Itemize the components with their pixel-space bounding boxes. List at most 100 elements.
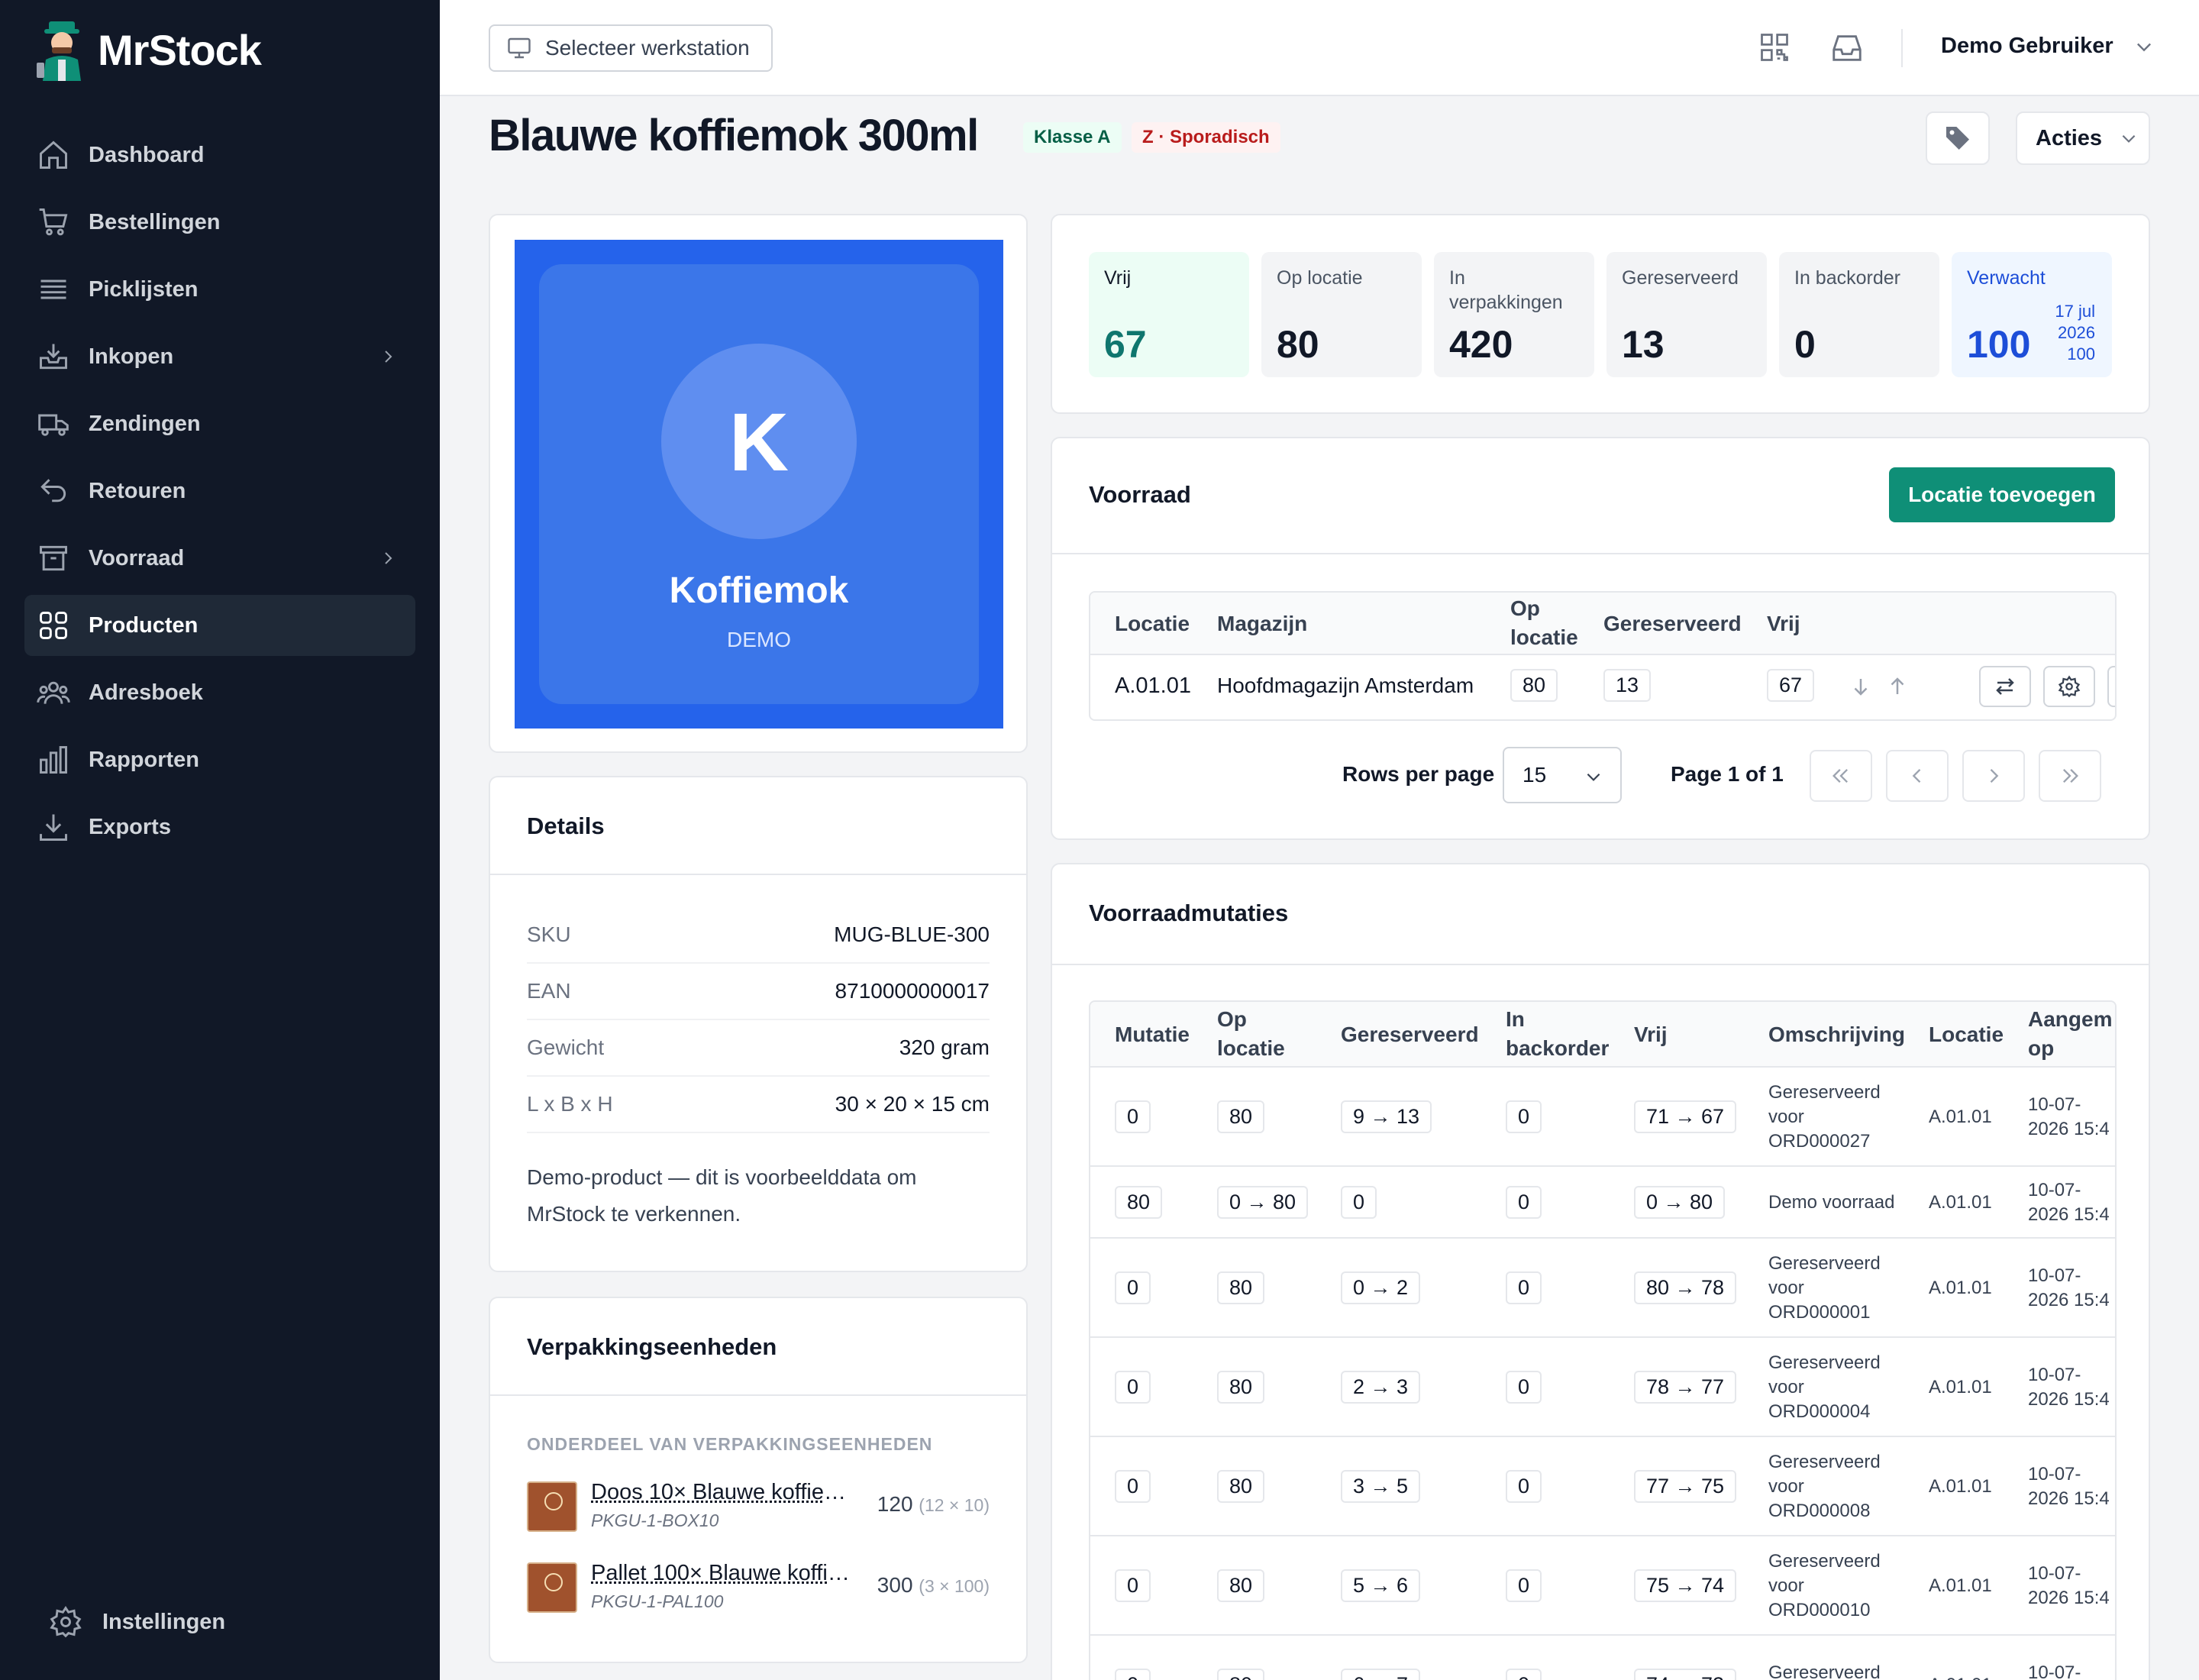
- mutations-title: Voorraadmutaties: [1089, 900, 1289, 926]
- cell-op-locatie-cell: 80: [1217, 1569, 1265, 1602]
- chevrons-left-icon: [1832, 769, 1848, 783]
- sidebar-item-adresboek[interactable]: Adresboek: [24, 662, 415, 723]
- col-op-locatie[interactable]: Op locatie: [1217, 1005, 1285, 1063]
- table-header: Mutatie Op locatie Gereserveerd In backo…: [1090, 1002, 2115, 1068]
- col-omschrijving[interactable]: Omschrijving: [1768, 1020, 1905, 1049]
- transfer-button[interactable]: [1979, 666, 2031, 707]
- cell-backorder-cell: 0: [1506, 1371, 1542, 1404]
- cell-gereserveerd-cell: 9 → 13: [1341, 1100, 1432, 1133]
- top-bar: Selecteer werkstation Demo Gebruiker: [440, 0, 2199, 96]
- cell-backorder-cell: 0: [1506, 1186, 1542, 1219]
- sidebar-item-rapporten[interactable]: Rapporten: [24, 729, 415, 790]
- sidebar-item-voorraad[interactable]: Voorraad: [24, 528, 415, 589]
- sidebar-item-producten[interactable]: Producten: [24, 595, 415, 656]
- cell-aangemaakt: 10-07- 2026 15:4: [2028, 1562, 2110, 1611]
- qr-code-icon[interactable]: [1758, 31, 1791, 64]
- sidebar-item-zendingen[interactable]: Zendingen: [24, 393, 415, 454]
- table-row: 0 80 6 → 7 0 74 → 73 Gereserveerdvoor A.01.01 1…: [1090, 1636, 2115, 1680]
- col-label: locatie: [1510, 625, 1578, 649]
- user-menu[interactable]: Demo Gebruiker: [1941, 34, 2155, 59]
- divider: [1052, 964, 2149, 965]
- table-row: 0 80 3 → 5 0 77 → 75 Gereserveerd voor ORD00000…: [1090, 1437, 2115, 1536]
- cell-locatie: A.01.01: [1929, 1377, 1992, 1397]
- cell-mutatie: 80: [1115, 1186, 1163, 1219]
- cell-omschrijving: Gereserveerd voor ORD000008: [1768, 1450, 1881, 1523]
- cell-locatie: A.01.01: [1929, 1107, 1992, 1127]
- page-title: Blauwe koffiemok 300ml: [489, 111, 979, 160]
- arrow-down-icon[interactable]: [1849, 675, 1872, 698]
- col-vrij[interactable]: Vrij: [1634, 1020, 1668, 1049]
- col-gereserveerd[interactable]: Gereserveerd: [1341, 1020, 1479, 1049]
- location-settings-button[interactable]: [2043, 666, 2095, 707]
- col-locatie[interactable]: Locatie: [1929, 1020, 2004, 1049]
- cell-vrij-cell: 80 → 78: [1634, 1271, 1737, 1304]
- cell-op-locatie: 80: [1217, 1100, 1265, 1133]
- sidebar-item-inkopen[interactable]: Inkopen: [24, 326, 415, 387]
- col-gereserveerd[interactable]: Gereserveerd: [1603, 609, 1742, 638]
- mascot-logo-icon: [37, 21, 81, 81]
- prev-page-button[interactable]: [1886, 750, 1949, 802]
- sidebar-item-label: Inkopen: [89, 344, 174, 369]
- expected-date-year: 2026: [2058, 323, 2095, 342]
- brand[interactable]: MrStock: [35, 18, 262, 81]
- date-line: 10-07-: [2028, 1464, 2081, 1485]
- table-row: 0 80 5 → 6 0 75 → 74 Gereserveerd voor ORD00001…: [1090, 1536, 2115, 1636]
- sidebar-item-picklijsten[interactable]: Picklijsten: [24, 259, 415, 320]
- product-initial: K: [661, 344, 857, 539]
- cell-gereserveerd-cell: 3 → 5: [1341, 1470, 1421, 1503]
- packaging-item[interactable]: Pallet 100× Blauwe koffiemok 300ml PKGU-…: [527, 1559, 990, 1616]
- actions-button[interactable]: Acties: [2016, 111, 2150, 165]
- stat-label: Op locatie: [1277, 267, 1363, 289]
- sidebar-item-bestellingen[interactable]: Bestellingen: [24, 192, 415, 253]
- date-line: 10-07-: [2028, 1094, 2081, 1115]
- detail-value: MUG-BLUE-300: [834, 922, 990, 946]
- cell-aangemaakt: 10-07- 2026 15:4: [2028, 1264, 2110, 1313]
- date-line: 2026 15:4: [2028, 1588, 2110, 1608]
- description-line: ORD000004: [1768, 1401, 1871, 1422]
- inbox-icon[interactable]: [1829, 31, 1865, 66]
- packaging-name-link[interactable]: Doos 10× Blauwe koffiemok 300ml: [591, 1480, 851, 1505]
- sidebar-item-retouren[interactable]: Retouren: [24, 460, 415, 522]
- last-page-button[interactable]: [2039, 750, 2101, 802]
- cell-backorder-cell: 0: [1506, 1271, 1542, 1304]
- col-label: Op: [1510, 596, 1540, 620]
- table-row: 80 0 → 80 0 0 0 → 80 Demo voorraad A.01.01 10-0…: [1090, 1167, 2115, 1239]
- arrow-up-icon[interactable]: [1886, 675, 1909, 698]
- cell-vrij: 77 → 75: [1634, 1470, 1737, 1503]
- sidebar-item-dashboard[interactable]: Dashboard: [24, 124, 415, 186]
- cell-vrij-cell: 75 → 74: [1634, 1569, 1737, 1602]
- col-aangemaakt[interactable]: Aangem op: [2028, 1005, 2112, 1063]
- col-magazijn[interactable]: Magazijn: [1217, 609, 1307, 638]
- chevron-down-icon: [2136, 43, 2151, 51]
- first-page-button[interactable]: [1810, 750, 1872, 802]
- date-line: 10-07-: [2028, 1662, 2081, 1680]
- tag-button[interactable]: [1926, 111, 1990, 165]
- stat-in-verpakkingen: In verpakkingen 420: [1434, 252, 1594, 377]
- date-line: 10-07-: [2028, 1265, 2081, 1286]
- more-button[interactable]: [2107, 666, 2115, 707]
- description-line: Gereserveerd: [1768, 1082, 1881, 1103]
- divider: [490, 874, 1026, 875]
- packaging-item[interactable]: Doos 10× Blauwe koffiemok 300ml PKGU-1-B…: [527, 1478, 990, 1535]
- sidebar-nav: Dashboard Bestellingen Picklijsten Inkop…: [24, 124, 415, 864]
- rows-per-page-select[interactable]: 15: [1503, 747, 1622, 803]
- cell-op-locatie: 80: [1510, 669, 1558, 702]
- sidebar-item-label: Exports: [89, 814, 171, 839]
- packaging-name-link[interactable]: Pallet 100× Blauwe koffiemok 300ml: [591, 1561, 851, 1586]
- next-page-button[interactable]: [1962, 750, 2025, 802]
- add-location-button[interactable]: Locatie toevoegen: [1889, 467, 2115, 522]
- col-backorder[interactable]: In backorder: [1506, 1005, 1609, 1063]
- col-locatie[interactable]: Locatie: [1115, 609, 1190, 638]
- col-mutatie[interactable]: Mutatie: [1115, 1020, 1190, 1049]
- stat-verwacht[interactable]: Verwacht 100 17 jul 2026 100: [1952, 252, 2112, 377]
- sidebar-item-instellingen[interactable]: Instellingen: [49, 1605, 225, 1639]
- col-op-locatie[interactable]: Op locatie: [1510, 594, 1578, 652]
- sidebar-item-exports[interactable]: Exports: [24, 796, 415, 858]
- description-line: Gereserveerd: [1768, 1352, 1881, 1373]
- chevrons-right-icon: [2063, 769, 2078, 783]
- cell-backorder: 0: [1506, 1271, 1542, 1304]
- cell-locatie: A.01.01: [1929, 1192, 1992, 1213]
- col-vrij[interactable]: Vrij: [1767, 609, 1800, 638]
- stock-stats-card: Vrij 67 Op locatie 80 In verpakkingen 42…: [1051, 214, 2150, 414]
- select-workstation-button[interactable]: Selecteer werkstation: [489, 24, 773, 72]
